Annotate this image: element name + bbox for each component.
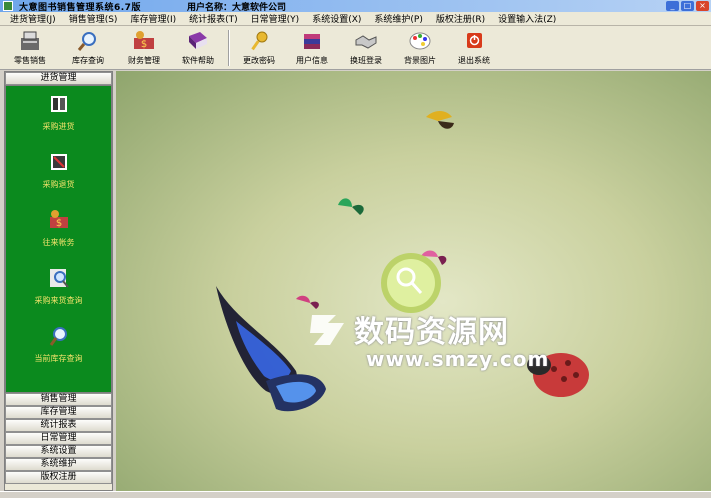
sidebar-item-accounts[interactable]: $ 往来帐务 (6, 202, 111, 260)
watermark-url: www.smzy.com (366, 347, 550, 371)
app-icon (3, 1, 13, 11)
book-import-icon (47, 92, 71, 116)
section-registration[interactable]: 版权注册 (5, 471, 112, 484)
magnifier-icon (75, 29, 101, 53)
menu-settings[interactable]: 系统设置(X) (312, 12, 361, 25)
watermark-title: 数码资源网 (354, 315, 509, 350)
money-icon: $ (47, 208, 71, 232)
maximize-button[interactable]: □ (681, 1, 694, 11)
help-button[interactable]: 软件帮助 (172, 29, 224, 69)
menu-bar: 进货管理(J) 销售管理(S) 库存管理(I) 统计报表(T) 日常管理(Y) … (0, 12, 711, 26)
menu-purchase[interactable]: 进货管理(J) (10, 12, 56, 25)
watermark-logo-icon (310, 315, 344, 345)
menu-daily[interactable]: 日常管理(Y) (251, 12, 300, 25)
switch-shift-button[interactable]: 换班登录 (340, 29, 392, 69)
sidebar-item-stock-query[interactable]: 当前库存查询 (6, 318, 111, 376)
section-sales[interactable]: 销售管理 (5, 393, 112, 406)
background-area: 数码资源网 www.smzy.com (116, 71, 711, 491)
user-label: 用户名称：大意软件公司 (186, 2, 286, 13)
menu-input-method[interactable]: 设置输入法(Z) (498, 12, 556, 25)
cash-register-icon (17, 29, 43, 53)
section-daily[interactable]: 日常管理 (5, 432, 112, 445)
book-return-icon (47, 150, 71, 174)
key-icon (246, 29, 272, 53)
close-button[interactable]: × (696, 1, 709, 11)
status-bar (0, 491, 711, 498)
sidebar-item-purchase-query[interactable]: 采购来货查询 (6, 260, 111, 318)
background-artwork (216, 111, 589, 412)
sidebar: 进货管理 采购进货 采购退货 $ 往来帐务 采购来货查询 当前库存查询 销售管理… (4, 71, 113, 491)
section-inventory[interactable]: 库存管理 (5, 406, 112, 419)
magnifier-icon (47, 324, 71, 348)
watermark: 数码资源网 www.smzy.com (306, 307, 548, 371)
change-password-button[interactable]: 更改密码 (233, 29, 285, 69)
menu-sales[interactable]: 销售管理(S) (69, 12, 118, 25)
section-settings[interactable]: 系统设置 (5, 445, 112, 458)
power-icon (461, 29, 487, 53)
toolbar-separator (228, 30, 230, 66)
butterfly-small-2 (338, 198, 364, 215)
title-bar: 大意图书销售管理系统6.7版 用户名称：大意软件公司 _ □ × (0, 0, 711, 13)
glass-search-orb (381, 253, 441, 313)
stock-query-button[interactable]: 库存查询 (62, 29, 114, 69)
menu-inventory[interactable]: 库存管理(I) (130, 12, 176, 25)
section-maintenance[interactable]: 系统维护 (5, 458, 112, 471)
purchase-panel: 采购进货 采购退货 $ 往来帐务 采购来货查询 当前库存查询 (5, 85, 112, 393)
menu-maintenance[interactable]: 系统维护(P) (374, 12, 422, 25)
sidebar-item-purchase-in[interactable]: 采购进货 (6, 86, 111, 144)
background-image-button[interactable]: 背景图片 (394, 29, 446, 69)
toolbar: 零售销售 库存查询 $ 财务管理 软件帮助 更改密码 用户信息 换班登录 背景图… (0, 26, 711, 70)
butterfly-small-1 (426, 111, 454, 129)
retail-sales-button[interactable]: 零售销售 (4, 29, 56, 69)
user-info-button[interactable]: 用户信息 (286, 29, 338, 69)
section-purchase-header[interactable]: 进货管理 (5, 72, 112, 85)
svg-text:$: $ (55, 218, 61, 229)
handshake-icon (353, 29, 379, 53)
svg-text:$: $ (141, 39, 147, 50)
section-reports[interactable]: 统计报表 (5, 419, 112, 432)
menu-reports[interactable]: 统计报表(T) (189, 12, 238, 25)
palette-icon (407, 29, 433, 53)
money-icon: $ (131, 29, 157, 53)
exit-button[interactable]: 退出系统 (448, 29, 500, 69)
sidebar-item-purchase-return[interactable]: 采购退货 (6, 144, 111, 202)
menu-registration[interactable]: 版权注册(R) (436, 12, 485, 25)
help-book-icon (185, 29, 211, 53)
finance-button[interactable]: $ 财务管理 (118, 29, 170, 69)
minimize-button[interactable]: _ (666, 1, 679, 11)
app-title: 大意图书销售管理系统6.7版 (19, 2, 141, 13)
magnifier-icon (47, 266, 71, 290)
books-icon (299, 29, 325, 53)
